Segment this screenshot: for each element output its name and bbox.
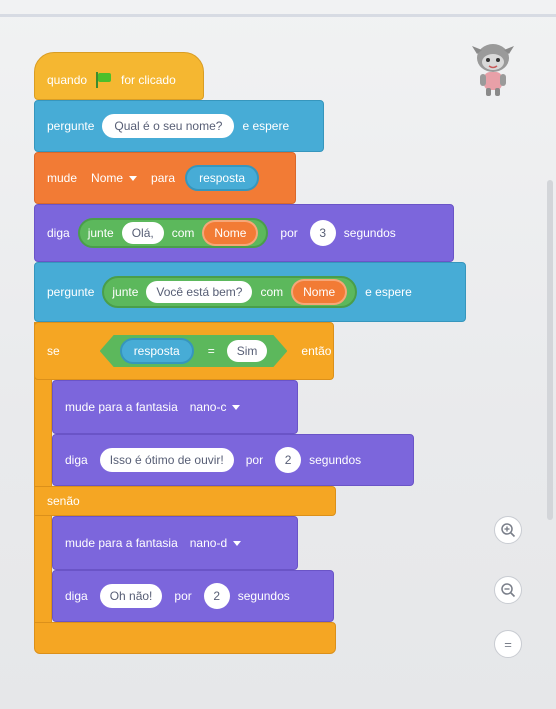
say-text-input[interactable]: Oh não! bbox=[99, 584, 163, 608]
then-label: então bbox=[301, 344, 332, 358]
code-workspace[interactable]: quando for clicado pergunte Qual é o seu… bbox=[0, 0, 556, 709]
answer-reporter[interactable]: resposta bbox=[120, 338, 194, 364]
join-input-1[interactable]: Você está bem? bbox=[146, 281, 253, 303]
join-reporter[interactable]: junte Olá, com Nome bbox=[77, 218, 269, 248]
say-label: diga bbox=[47, 226, 70, 240]
zoom-out-button[interactable] bbox=[494, 576, 522, 604]
switch-costume-block[interactable]: mude para a fantasia nano-d bbox=[52, 516, 298, 570]
sprite-thumbnail-icon bbox=[472, 44, 514, 96]
seconds-input[interactable]: 2 bbox=[203, 583, 230, 609]
switch-costume-label: mude para a fantasia bbox=[65, 400, 178, 414]
chevron-down-icon bbox=[232, 404, 241, 410]
costume-dropdown[interactable]: nano-c bbox=[190, 400, 241, 414]
to-label: para bbox=[151, 171, 176, 185]
zoom-out-icon bbox=[501, 583, 516, 598]
seconds-label: segundos bbox=[343, 226, 396, 240]
ask-and-wait-block[interactable]: pergunte junte Você está bem? com Nome e… bbox=[34, 262, 466, 322]
vertical-scrollbar[interactable] bbox=[547, 180, 553, 520]
switch-costume-block[interactable]: mude para a fantasia nano-c bbox=[52, 380, 298, 434]
chevron-down-icon bbox=[129, 175, 138, 181]
for-label: por bbox=[245, 453, 264, 467]
seconds-label: segundos bbox=[237, 589, 290, 603]
ask-label: pergunte bbox=[47, 119, 95, 133]
else-section[interactable]: senão bbox=[34, 486, 336, 516]
join-label: junte bbox=[112, 285, 139, 299]
if-label: se bbox=[47, 344, 60, 358]
join-input-1[interactable]: Olá, bbox=[121, 222, 164, 244]
join-reporter[interactable]: junte Você está bem? com Nome bbox=[102, 276, 358, 308]
seconds-input[interactable]: 3 bbox=[309, 220, 336, 246]
say-label: diga bbox=[65, 589, 88, 603]
say-label: diga bbox=[65, 453, 88, 467]
ask-and-wait-block[interactable]: pergunte Qual é o seu nome? e espere bbox=[34, 100, 324, 152]
if-else-block[interactable]: se resposta = Sim então bbox=[34, 322, 334, 380]
workspace-top-border bbox=[0, 14, 556, 17]
costume-name: nano-d bbox=[189, 536, 228, 550]
green-flag-icon bbox=[95, 72, 113, 88]
chevron-down-icon bbox=[233, 540, 242, 546]
if-else-block-bottom[interactable] bbox=[34, 622, 336, 654]
zoom-in-icon bbox=[501, 523, 516, 538]
reset-zoom-button[interactable]: = bbox=[494, 630, 522, 658]
costume-dropdown[interactable]: nano-d bbox=[189, 536, 242, 550]
say-text-input[interactable]: Isso é ótimo de ouvir! bbox=[99, 448, 234, 472]
equals-operator[interactable]: resposta = Sim bbox=[100, 335, 288, 367]
set-variable-block[interactable]: mude Nome para resposta bbox=[34, 152, 296, 204]
seconds-label: segundos bbox=[309, 453, 362, 467]
for-label: por bbox=[280, 226, 298, 240]
clicked-label: for clicado bbox=[121, 73, 176, 87]
zoom-in-button[interactable] bbox=[494, 516, 522, 544]
for-label: por bbox=[174, 589, 192, 603]
join-label: junte bbox=[87, 226, 114, 240]
when-label: quando bbox=[47, 73, 88, 87]
equals-label: = bbox=[207, 344, 215, 358]
set-label: mude bbox=[47, 171, 78, 185]
costume-name: nano-c bbox=[189, 400, 227, 414]
say-for-seconds-block[interactable]: diga Isso é ótimo de ouvir! por 2 segund… bbox=[52, 434, 414, 486]
switch-costume-label: mude para a fantasia bbox=[65, 536, 178, 550]
else-label: senão bbox=[47, 494, 80, 508]
ask-label: pergunte bbox=[47, 285, 95, 299]
wait-label: e espere bbox=[242, 119, 290, 133]
when-flag-clicked-block[interactable]: quando for clicado bbox=[34, 52, 204, 100]
say-for-seconds-block[interactable]: diga Oh não! por 2 segundos bbox=[52, 570, 334, 622]
with-label: com bbox=[171, 226, 195, 240]
with-label: com bbox=[260, 285, 284, 299]
say-for-seconds-block[interactable]: diga junte Olá, com Nome por 3 segundos bbox=[34, 204, 454, 262]
wait-label: e espere bbox=[365, 285, 412, 299]
name-variable-reporter[interactable]: Nome bbox=[291, 279, 348, 305]
name-variable-reporter[interactable]: Nome bbox=[202, 220, 259, 246]
answer-reporter[interactable]: resposta bbox=[185, 165, 260, 191]
variable-dropdown[interactable]: Nome bbox=[91, 171, 138, 185]
reset-zoom-label: = bbox=[504, 636, 512, 652]
seconds-input[interactable]: 2 bbox=[275, 447, 302, 473]
compare-input[interactable]: Sim bbox=[227, 340, 268, 362]
variable-name: Nome bbox=[91, 171, 124, 185]
ask-question-input[interactable]: Qual é o seu nome? bbox=[102, 114, 235, 138]
